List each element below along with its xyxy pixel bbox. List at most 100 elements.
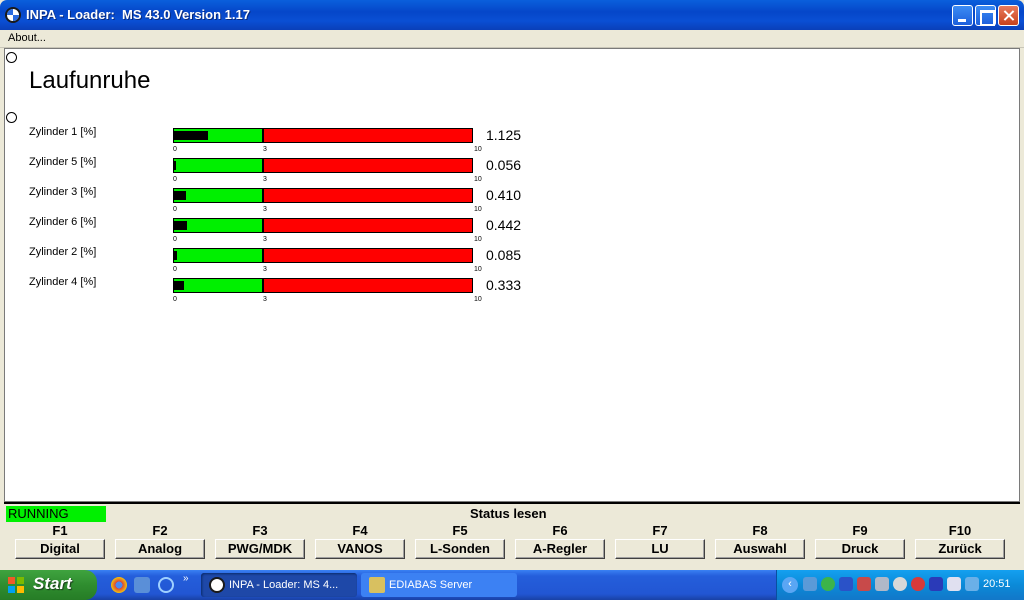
battery-icon[interactable]	[929, 577, 943, 591]
scale-max-label: 10	[474, 236, 482, 243]
scale-min-label: 0	[173, 176, 177, 183]
antivirus-icon[interactable]	[911, 577, 925, 591]
cylinder-value: 1.125	[486, 127, 522, 143]
bar-threshold-marker	[262, 129, 264, 142]
cylinder-label: Zylinder 3 [%]	[29, 186, 97, 198]
taskbar-item-ediabas[interactable]: EDIABAS Server	[361, 573, 517, 597]
status-bar: RUNNING Status lesen	[4, 502, 1020, 522]
network-icon[interactable]	[803, 577, 817, 591]
ediabas-icon	[369, 577, 385, 593]
cylinder-label: Zylinder 4 [%]	[29, 276, 97, 288]
bar-value-fill	[174, 221, 187, 230]
fkey-key-label: F8	[752, 523, 768, 538]
cylinder-label: Zylinder 1 [%]	[29, 126, 97, 138]
scale-mid-label: 3	[263, 236, 267, 243]
bar-value-fill	[174, 251, 177, 260]
fkey-button-f1[interactable]: Digital	[15, 539, 105, 559]
fkey-key-label: F1	[52, 523, 68, 538]
scale-mid-label: 3	[263, 296, 267, 303]
cylinder-label: Zylinder 2 [%]	[29, 246, 97, 258]
radio-indicator	[6, 52, 17, 63]
fkey-button-f2[interactable]: Analog	[115, 539, 205, 559]
bar-ok-zone	[174, 189, 263, 202]
fkey-f5: F5 L-Sonden	[415, 522, 505, 564]
cylinder-value: 0.410	[486, 187, 522, 203]
cylinder-row: Zylinder 5 [%] 0 3 10 0.056	[5, 156, 1021, 186]
fkey-button-f3[interactable]: PWG/MDK	[215, 539, 305, 559]
network-warning-icon[interactable]	[857, 577, 871, 591]
cylinder-row: Zylinder 4 [%] 0 3 10 0.333	[5, 276, 1021, 306]
torrent-icon[interactable]	[821, 577, 835, 591]
scale-min-label: 0	[173, 236, 177, 243]
cylinder-bar	[173, 188, 473, 203]
fkey-f6: F6 A-Regler	[515, 522, 605, 564]
scale-min-label: 0	[173, 146, 177, 153]
cylinder-bar	[173, 278, 473, 293]
fkey-key-label: F4	[352, 523, 368, 538]
bar-threshold-marker	[262, 279, 264, 292]
page-title: Laufunruhe	[29, 67, 151, 94]
cylinder-label: Zylinder 6 [%]	[29, 216, 97, 228]
bar-ok-zone	[174, 159, 263, 172]
bar-ok-zone	[174, 219, 263, 232]
internet-explorer-icon[interactable]	[158, 577, 174, 593]
status-text: Status lesen	[470, 506, 547, 521]
inpa-window: INPA - Loader: MS 43.0 Version 1.17 Abou…	[0, 0, 1024, 600]
bar-threshold-marker	[262, 219, 264, 232]
bar-ok-zone	[174, 279, 263, 292]
main-panel: Laufunruhe Zylinder 1 [%] 0 3 10 1.125 Zylind…	[4, 48, 1020, 502]
maximize-button[interactable]	[975, 5, 996, 26]
taskbar-item-label: EDIABAS Server	[389, 579, 473, 591]
fkey-f9: F9 Druck	[815, 522, 905, 564]
fkey-f10: F10 Zurück	[915, 522, 1005, 564]
fkey-button-f4[interactable]: VANOS	[315, 539, 405, 559]
close-button[interactable]	[998, 5, 1019, 26]
fkey-button-f8[interactable]: Auswahl	[715, 539, 805, 559]
bar-value-fill	[174, 281, 184, 290]
update-icon[interactable]	[893, 577, 907, 591]
volume-icon[interactable]	[875, 577, 889, 591]
menu-item-about[interactable]: About...	[8, 32, 46, 44]
bluetooth-icon[interactable]	[839, 577, 853, 591]
cylinder-bar	[173, 158, 473, 173]
fkey-f1: F1 Digital	[15, 522, 105, 564]
cylinder-bar	[173, 218, 473, 233]
bar-value-fill	[174, 161, 176, 170]
fkey-button-f9[interactable]: Druck	[815, 539, 905, 559]
bmw-logo-icon	[5, 7, 21, 23]
fkey-f4: F4 VANOS	[315, 522, 405, 564]
title-bar[interactable]: INPA - Loader: MS 43.0 Version 1.17	[0, 0, 1024, 30]
explorer-icon[interactable]	[134, 577, 150, 593]
bar-threshold-marker	[262, 189, 264, 202]
fkey-button-f6[interactable]: A-Regler	[515, 539, 605, 559]
display-icon[interactable]	[965, 577, 979, 591]
taskbar-item-label: INPA - Loader: MS 4...	[229, 579, 339, 591]
minimize-button[interactable]	[952, 5, 973, 26]
fkey-key-label: F6	[552, 523, 568, 538]
bar-value-fill	[174, 191, 186, 200]
fkey-button-f5[interactable]: L-Sonden	[415, 539, 505, 559]
taskbar-item-inpa[interactable]: INPA - Loader: MS 4...	[201, 573, 357, 597]
fkey-button-f7[interactable]: LU	[615, 539, 705, 559]
tray-expand-icon[interactable]: ‹	[782, 577, 798, 593]
running-indicator: RUNNING	[6, 506, 106, 522]
scale-mid-label: 3	[263, 266, 267, 273]
fkey-key-label: F9	[852, 523, 868, 538]
cylinder-value: 0.056	[486, 157, 522, 173]
fkey-key-label: F2	[152, 523, 168, 538]
usb-icon[interactable]	[947, 577, 961, 591]
scale-mid-label: 3	[263, 146, 267, 153]
quicklaunch-more-icon[interactable]: »	[183, 573, 189, 584]
fkey-button-f10[interactable]: Zurück	[915, 539, 1005, 559]
chrome-icon[interactable]	[111, 577, 127, 593]
fkey-key-label: F7	[652, 523, 668, 538]
clock: 20:51	[983, 578, 1011, 590]
bar-threshold-marker	[262, 159, 264, 172]
cylinder-row: Zylinder 3 [%] 0 3 10 0.410	[5, 186, 1021, 216]
fkey-key-label: F3	[252, 523, 268, 538]
radio-indicator	[6, 112, 17, 123]
bar-ok-zone	[174, 249, 263, 262]
bmw-logo-icon	[209, 577, 225, 593]
start-button[interactable]: Start	[0, 570, 97, 600]
bar-threshold-marker	[262, 249, 264, 262]
